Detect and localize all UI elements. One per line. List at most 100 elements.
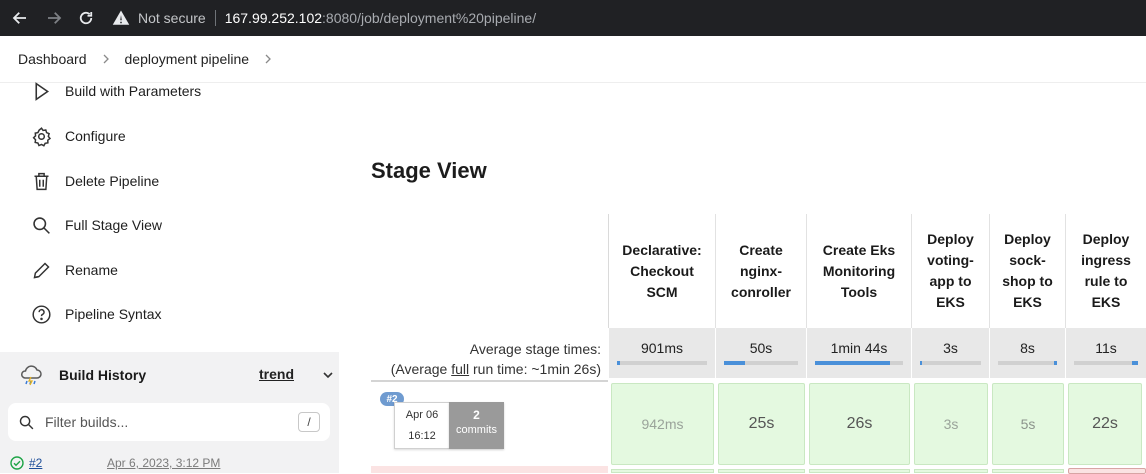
avg-time-fill bbox=[1054, 361, 1057, 365]
pencil-icon bbox=[30, 259, 52, 281]
stage-result-cell[interactable]: 26s bbox=[809, 383, 910, 465]
stage-duration: 22s bbox=[1092, 415, 1118, 432]
task-label: Configure bbox=[65, 128, 126, 144]
stage-name: Create Eks Monitoring Tools bbox=[822, 241, 896, 300]
stage-header: Deploy ingress rule to EKS bbox=[1066, 214, 1146, 328]
stage-duration: 3s bbox=[943, 416, 959, 432]
avg-time-cell: 1min 44s bbox=[807, 328, 912, 378]
search-icon bbox=[19, 415, 34, 429]
task-pipeline-syntax[interactable]: Pipeline Syntax bbox=[30, 299, 162, 329]
avg-time: 8s bbox=[1020, 340, 1035, 356]
task-label: Delete Pipeline bbox=[65, 173, 160, 189]
gear-icon bbox=[30, 125, 52, 147]
sidebar: Build with Parameters Configure Delete P… bbox=[0, 81, 345, 473]
stage-name: Create nginx-conroller bbox=[731, 241, 791, 300]
reload-icon[interactable] bbox=[72, 4, 100, 32]
breadcrumb-job[interactable]: deployment pipeline bbox=[125, 51, 250, 67]
commits-label: commits bbox=[456, 424, 497, 436]
avg-time-bar bbox=[998, 361, 1057, 365]
play-icon bbox=[30, 80, 52, 102]
stage-name: Declarative: Checkout SCM bbox=[622, 241, 702, 300]
search-icon bbox=[30, 214, 52, 236]
task-rename[interactable]: Rename bbox=[30, 255, 118, 285]
help-circle-icon bbox=[30, 303, 52, 325]
next-stage-cell[interactable] bbox=[992, 469, 1064, 473]
stage-result-cell[interactable]: 942ms bbox=[611, 383, 714, 465]
avg-time-cell: 8s bbox=[990, 328, 1066, 378]
task-full-stage-view[interactable]: Full Stage View bbox=[30, 210, 162, 240]
avg-time: 50s bbox=[749, 340, 773, 356]
full-run-time-link[interactable]: full bbox=[451, 361, 469, 377]
not-secure-label[interactable]: Not secure bbox=[138, 10, 206, 26]
back-arrow-icon[interactable] bbox=[6, 4, 34, 32]
task-label: Build with Parameters bbox=[65, 83, 202, 99]
build-date-box: Apr 06 16:12 bbox=[394, 402, 449, 449]
next-stage-cell[interactable] bbox=[809, 469, 910, 473]
stage-name: Deploy sock-shop to EKS bbox=[1002, 231, 1053, 310]
stage-header: Deploy sock-shop to EKS bbox=[990, 214, 1066, 328]
avg-time-fill bbox=[920, 361, 922, 365]
avg-time-cell: 50s bbox=[716, 328, 807, 378]
build-number-link[interactable]: #2 bbox=[29, 456, 42, 470]
next-stage-cell-failed[interactable] bbox=[1068, 468, 1146, 474]
trash-icon bbox=[30, 170, 52, 192]
avg-time-cell: 3s bbox=[912, 328, 990, 378]
stage-duration: 942ms bbox=[641, 416, 684, 432]
browser-toolbar: Not secure 167.99.252.102:8080/job/deplo… bbox=[0, 0, 1146, 36]
avg-time-fill bbox=[617, 361, 620, 365]
avg-time-fill bbox=[724, 361, 745, 365]
stage-duration: 5s bbox=[1020, 416, 1036, 432]
next-stage-cell[interactable] bbox=[611, 469, 714, 473]
task-label: Pipeline Syntax bbox=[65, 306, 162, 322]
stage-result-cell[interactable]: 3s bbox=[914, 383, 988, 465]
breadcrumb-dashboard[interactable]: Dashboard bbox=[18, 51, 87, 67]
stage-name: Deploy ingress rule to EKS bbox=[1081, 231, 1131, 310]
filter-builds-input[interactable]: Filter builds... / bbox=[8, 403, 330, 441]
stage-name: Deploy voting-app to EKS bbox=[927, 231, 974, 310]
task-build-with-parameters[interactable]: Build with Parameters bbox=[30, 76, 201, 106]
success-check-icon bbox=[10, 456, 24, 470]
avg-label-line1: Average stage times: bbox=[469, 341, 601, 357]
stage-duration: 25s bbox=[748, 415, 775, 432]
task-delete-pipeline[interactable]: Delete Pipeline bbox=[30, 166, 159, 196]
build-history-panel: Build History trend Filter builds... / #… bbox=[0, 352, 339, 473]
changeset-button[interactable]: 2 commits bbox=[449, 402, 504, 449]
task-configure[interactable]: Configure bbox=[30, 121, 126, 151]
avg-time: 901ms bbox=[640, 340, 684, 356]
task-label: Rename bbox=[65, 262, 118, 278]
weather-cloud-icon bbox=[21, 365, 42, 386]
keyboard-shortcut-hint: / bbox=[298, 412, 320, 432]
build-date-link[interactable]: Apr 6, 2023, 3:12 PM bbox=[107, 456, 220, 470]
url-path[interactable]: :8080/job/deployment%20pipeline/ bbox=[322, 10, 536, 26]
build-time: 16:12 bbox=[408, 430, 436, 442]
build-row-header: #2 Apr 06 16:12 2 commits bbox=[371, 380, 608, 473]
commits-count: 2 bbox=[473, 408, 480, 422]
next-stage-cell[interactable] bbox=[914, 469, 988, 473]
avg-label-line2: (Average full run time: ~1min 26s) bbox=[371, 359, 601, 379]
avg-time: 3s bbox=[943, 340, 958, 356]
avg-time: 11s bbox=[1095, 340, 1117, 356]
warning-icon[interactable] bbox=[112, 9, 130, 27]
address-bar[interactable]: Not secure 167.99.252.102:8080/job/deplo… bbox=[106, 3, 1146, 32]
stage-header: Create nginx-conroller bbox=[716, 214, 807, 328]
avg-label-suffix: run time: ~1min 26s) bbox=[469, 361, 601, 377]
url-host[interactable]: 167.99.252.102 bbox=[225, 10, 322, 26]
filter-placeholder: Filter builds... bbox=[45, 414, 129, 430]
forward-arrow-icon[interactable] bbox=[40, 4, 68, 32]
avg-time-bar bbox=[920, 361, 981, 365]
avg-time-bar bbox=[1074, 361, 1138, 365]
stage-header: Create Eks Monitoring Tools bbox=[807, 214, 912, 328]
stage-header: Deploy voting-app to EKS bbox=[912, 214, 990, 328]
avg-time-cell: 901ms bbox=[609, 328, 716, 378]
stage-result-cell[interactable]: 25s bbox=[718, 383, 805, 465]
stage-result-cell[interactable]: 22s bbox=[1068, 383, 1142, 465]
trend-link[interactable]: trend bbox=[259, 366, 294, 382]
chevron-down-icon[interactable] bbox=[322, 369, 334, 381]
next-stage-cell[interactable] bbox=[718, 469, 805, 473]
chevron-right-icon[interactable] bbox=[101, 51, 111, 67]
chevron-right-icon[interactable] bbox=[263, 51, 273, 67]
next-build-row-header bbox=[371, 466, 608, 473]
build-history-row[interactable]: #2 Apr 6, 2023, 3:12 PM bbox=[10, 452, 330, 474]
avg-time-cell: 11s bbox=[1066, 328, 1146, 378]
stage-result-cell[interactable]: 5s bbox=[992, 383, 1064, 465]
